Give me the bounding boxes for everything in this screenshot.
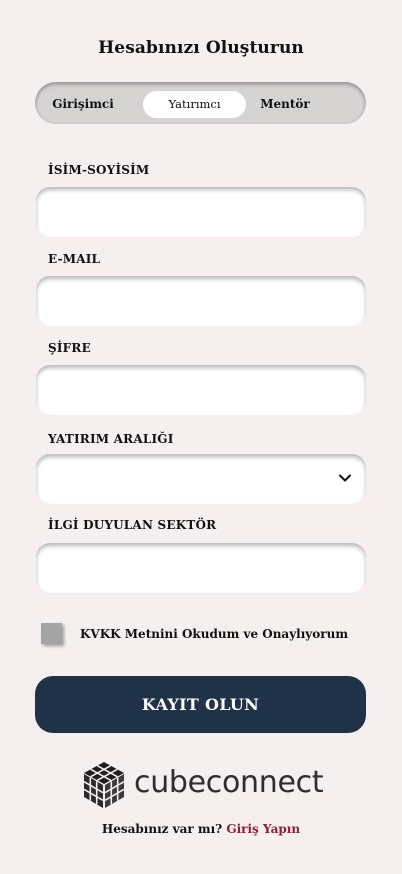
kvkk-label: KVKK Metnini Okudum ve Onaylıyorum — [80, 627, 349, 641]
kvkk-checkbox[interactable] — [41, 623, 62, 644]
sector-label: İLGİ DUYULAN SEKTÖR — [48, 518, 217, 532]
investment-range-select[interactable] — [36, 454, 366, 504]
password-label: ŞİFRE — [48, 341, 91, 355]
register-button[interactable]: KAYIT OLUN — [35, 676, 366, 733]
email-input[interactable] — [36, 276, 366, 326]
password-input[interactable] — [36, 365, 366, 415]
cube-logo-icon — [83, 762, 125, 808]
brand-name: cubeconnect — [134, 765, 324, 800]
name-label: İSİM-SOYİSİM — [48, 163, 150, 177]
page-title: Hesabınızı Oluşturun — [98, 38, 304, 58]
login-prompt: Hesabınız var mı? Giriş Yapın — [0, 822, 402, 836]
login-question: Hesabınız var mı? — [101, 822, 223, 836]
role-selector: Girişimci Yatırımcı Mentör — [35, 82, 366, 124]
chevron-down-icon — [339, 474, 351, 482]
name-input[interactable] — [36, 187, 366, 237]
tab-girisimci[interactable]: Girişimci — [47, 91, 119, 118]
tab-mentor[interactable]: Mentör — [257, 91, 313, 118]
tab-yatirimci[interactable]: Yatırımcı — [143, 91, 246, 118]
email-label: E-MAIL — [48, 252, 101, 266]
investment-range-label: YATIRIM ARALIĞI — [48, 432, 174, 446]
login-link[interactable]: Giriş Yapın — [226, 822, 300, 836]
sector-input[interactable] — [36, 543, 366, 593]
